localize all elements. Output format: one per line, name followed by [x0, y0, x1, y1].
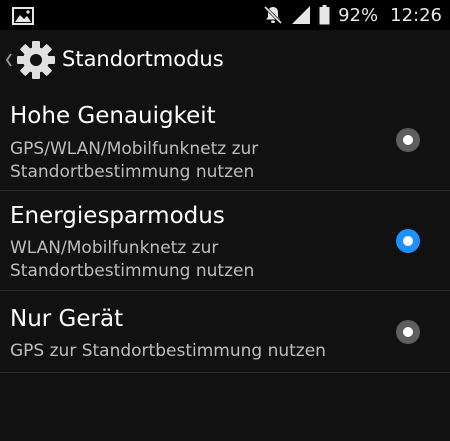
- signal-icon: [291, 5, 311, 25]
- option-device-only[interactable]: Nur Gerät GPS zur Standortbestimmung nut…: [0, 291, 450, 373]
- back-chevron-icon[interactable]: [4, 49, 14, 71]
- option-battery-saving[interactable]: Energiesparmodus WLAN/Mobilfunknetz zur …: [0, 191, 450, 291]
- option-title: Energiesparmodus: [10, 203, 225, 229]
- location-mode-list: Hohe Genauigkeit GPS/WLAN/Mobilfunknetz …: [0, 90, 450, 441]
- option-subtitle: GPS zur Standortbestimmung nutzen: [10, 341, 326, 361]
- settings-gear-icon[interactable]: [16, 40, 56, 80]
- radio-dot: [403, 236, 413, 246]
- radio-button-battery-saving[interactable]: [396, 229, 420, 253]
- app-bar: Standortmodus: [0, 30, 450, 90]
- option-title: Hohe Genauigkeit: [10, 103, 216, 129]
- image-icon: [12, 7, 34, 25]
- option-title: Nur Gerät: [10, 306, 124, 332]
- option-high-accuracy[interactable]: Hohe Genauigkeit GPS/WLAN/Mobilfunknetz …: [0, 90, 450, 191]
- status-bar: 92% 12:26: [0, 0, 450, 30]
- radio-dot: [403, 327, 413, 337]
- notifications-off-icon: [263, 5, 283, 25]
- radio-dot: [403, 135, 413, 145]
- option-subtitle: WLAN/Mobilfunknetz zur Standortbestimmun…: [10, 238, 255, 281]
- page-title: Standortmodus: [62, 47, 224, 71]
- radio-button-high-accuracy[interactable]: [396, 128, 420, 152]
- radio-button-device-only[interactable]: [396, 320, 420, 344]
- status-time: 12:26: [390, 4, 442, 26]
- option-subtitle: GPS/WLAN/Mobilfunknetz zur Standortbesti…: [10, 139, 259, 182]
- battery-percent: 92%: [338, 4, 379, 26]
- battery-icon: [319, 5, 330, 25]
